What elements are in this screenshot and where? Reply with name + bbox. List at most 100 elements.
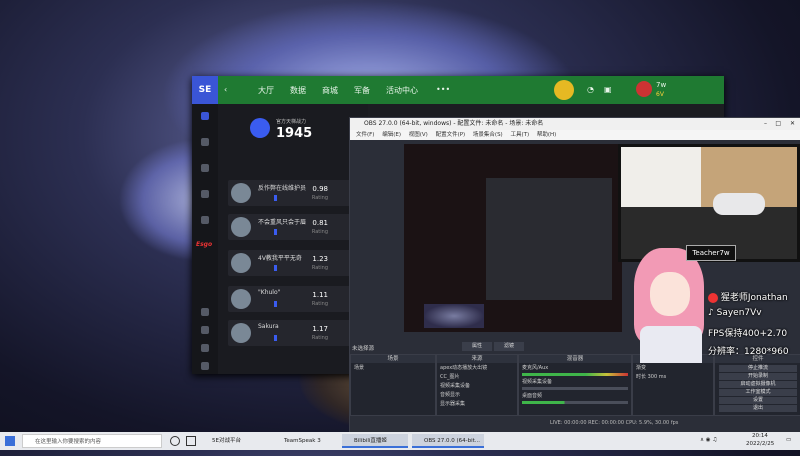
player-name: 不会重风只会于眉: [258, 219, 307, 226]
player-rating: 1.17: [312, 325, 328, 333]
se-logo[interactable]: SE: [192, 76, 218, 104]
home-icon[interactable]: [201, 112, 209, 120]
search-icon[interactable]: [201, 308, 209, 316]
obs-menu-bar: 文件(F) 编辑(E) 视图(V) 配置文件(P) 场景集合(S) 工具(T) …: [350, 130, 800, 140]
avatar-face: [650, 272, 690, 316]
menu-tools[interactable]: 工具(T): [510, 132, 529, 138]
sources-dock: 来源 apex动态播放大出镜 CC_图片 视频采集设备 音频显示 显示器采集: [436, 354, 518, 416]
player-rating: 0.98: [312, 185, 328, 193]
scenes-dock: 场景 场景: [350, 354, 436, 416]
weibo-line: 猩老师Jonathan: [708, 290, 788, 303]
back-icon[interactable]: ‹: [224, 85, 227, 94]
settings-button[interactable]: 设置: [719, 397, 797, 404]
nav-data[interactable]: 数据: [290, 85, 306, 96]
sidebar-icon-2[interactable]: [201, 164, 209, 172]
virtual-camera-button[interactable]: 启动虚拟摄像机: [719, 381, 797, 388]
nav-armory[interactable]: 军备: [354, 85, 370, 96]
leaderboard-row[interactable]: 反作弊在线维护员 0.98 Rating: [228, 180, 356, 206]
filters-button[interactable]: 滤镜: [494, 342, 524, 351]
source-item[interactable]: apex动态播放大出镜: [437, 363, 517, 372]
avatar: [231, 289, 251, 309]
menu-file[interactable]: 文件(F): [356, 132, 374, 138]
player-name: "Khulo": [258, 289, 281, 296]
duration-input[interactable]: 300 ms: [648, 374, 667, 380]
leaderboard-row[interactable]: 不会重风只会于眉 0.81 Rating: [228, 214, 356, 240]
no-source-label: 未选择源: [352, 346, 375, 352]
taskbar-app-bilibili[interactable]: Bilibili直播姬: [342, 434, 408, 448]
nav-store[interactable]: 商城: [322, 85, 338, 96]
player-rating: 1.23: [312, 255, 328, 263]
sidebar-icon-3[interactable]: [201, 190, 209, 198]
search-input[interactable]: 在这里输入你要搜索的内容: [22, 434, 162, 448]
clock-time[interactable]: 20:14: [752, 433, 768, 439]
duration-label: 时长: [636, 374, 647, 380]
taskbar-app-5e[interactable]: 5E对战平台: [200, 434, 266, 448]
leaderboard-row[interactable]: Sakura 1.17 Rating: [228, 320, 356, 346]
source-item[interactable]: 视频采集设备: [437, 381, 517, 390]
sidebar-icon-1[interactable]: [201, 138, 209, 146]
source-item[interactable]: CC_图片: [437, 372, 517, 381]
taskbar: 在这里输入你要搜索的内容 5E对战平台 TeamSpeak 3 Bilibili…: [0, 432, 800, 450]
clock-date[interactable]: 2022/2/25: [746, 441, 774, 447]
task-view-icon[interactable]: [186, 436, 196, 446]
studio-mode-button[interactable]: 工作室模式: [719, 389, 797, 396]
taskbar-app-teamspeak[interactable]: TeamSpeak 3: [272, 434, 338, 448]
stop-streaming-button[interactable]: 停止推流: [719, 365, 797, 372]
mixer-track: 视频采集设备: [522, 379, 553, 385]
taskbar-app-obs[interactable]: OBS 27.0.0 (64-bit...: [412, 434, 484, 448]
nav-more[interactable]: •••: [436, 85, 450, 94]
leaderboard-row[interactable]: 4V教我平平无奇 1.23 Rating: [228, 250, 356, 276]
tiktok-line: ♪ Sayen7Vv: [708, 308, 762, 318]
volume-meter[interactable]: [522, 387, 628, 390]
mixer-dock: 混音器 麦克风/Aux 视频采集设备 桌面音频: [518, 354, 632, 416]
sidebar-icon-4[interactable]: [201, 216, 209, 224]
start-recording-button[interactable]: 开始录制: [719, 373, 797, 380]
weibo-handle: 猩老师Jonathan: [720, 293, 788, 303]
rating-caption: Rating: [311, 195, 328, 201]
menu-scene-collection[interactable]: 场景集合(S): [473, 132, 503, 138]
avatar: [231, 183, 251, 203]
rating-caption: Rating: [311, 229, 328, 235]
fps-line: FPS保持400+2.70: [708, 329, 788, 339]
windows-icon[interactable]: [5, 436, 15, 446]
rating-value: 1945: [276, 126, 313, 141]
maximize-icon[interactable]: □: [775, 118, 781, 130]
volume-meter[interactable]: [522, 373, 628, 376]
avatar[interactable]: [636, 81, 652, 97]
info-icon[interactable]: [201, 362, 209, 370]
tray-icons[interactable]: ∧ ◉ ♫: [700, 437, 717, 443]
mouse-hand: [713, 193, 765, 215]
coin-icon[interactable]: [554, 80, 574, 100]
menu-view[interactable]: 视图(V): [409, 132, 428, 138]
resolution-line: 分辨率：1280*960: [708, 347, 789, 357]
user-level: 6V: [656, 91, 664, 98]
menu-edit[interactable]: 编辑(E): [382, 132, 401, 138]
volume-meter[interactable]: [522, 401, 628, 404]
properties-button[interactable]: 属性: [462, 342, 492, 351]
menu-profile[interactable]: 配置文件(P): [436, 132, 466, 138]
leaderboard-row[interactable]: "Khulo" 1.11 Rating: [228, 286, 356, 312]
mixer-track: 桌面音频: [522, 393, 543, 399]
scene-item[interactable]: 场景: [351, 363, 435, 372]
exit-button[interactable]: 退出: [719, 405, 797, 412]
cortana-icon[interactable]: [170, 436, 180, 446]
close-icon[interactable]: ✕: [790, 118, 795, 130]
notification-icon[interactable]: ▭: [786, 437, 791, 443]
nav-lobby[interactable]: 大厅: [258, 85, 274, 96]
list-icon[interactable]: [201, 344, 209, 352]
avatar: [231, 253, 251, 273]
tiktok-handle: Sayen7Vv: [716, 308, 762, 318]
transition-select[interactable]: 渐变: [633, 363, 713, 372]
rank-bar: [274, 301, 277, 307]
settings-icon[interactable]: [201, 326, 209, 334]
teacher-label: Teacher7w: [686, 245, 736, 261]
nav-events[interactable]: 活动中心: [386, 85, 418, 96]
source-item[interactable]: 显示器采集: [437, 399, 517, 408]
minimize-icon[interactable]: –: [764, 118, 767, 130]
obs-preview[interactable]: [404, 144, 622, 332]
lock-icon[interactable]: ▣: [604, 85, 612, 94]
menu-help[interactable]: 帮助(H): [537, 132, 556, 138]
mixer-track: 麦克风/Aux: [522, 365, 549, 371]
bell-icon[interactable]: ◔: [587, 85, 594, 94]
source-item[interactable]: 音频显示: [437, 390, 517, 399]
